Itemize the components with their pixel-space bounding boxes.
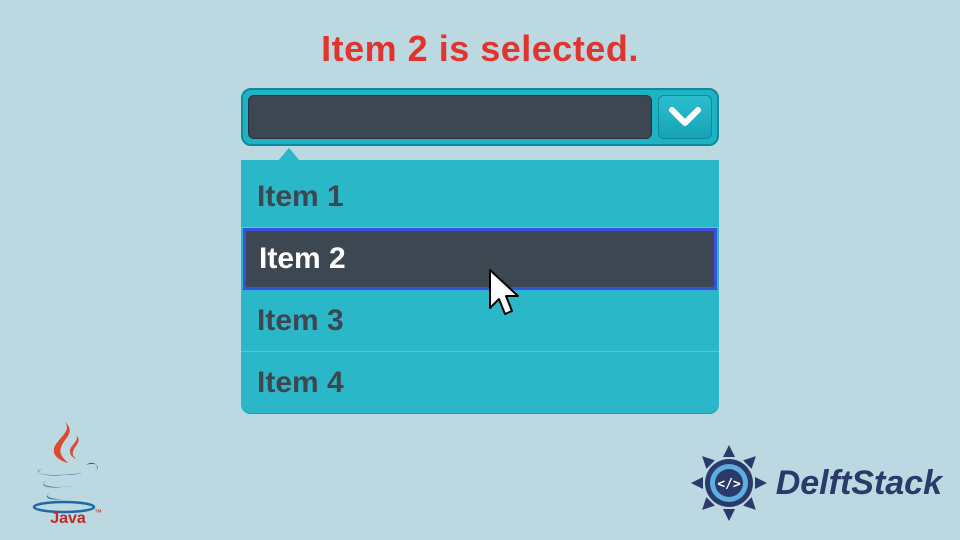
combobox-dropdown-list: Item 1 Item 2 Item 3 Item 4 (241, 160, 719, 414)
java-logo: Java ™ (24, 415, 112, 530)
list-item[interactable]: Item 4 (241, 352, 719, 414)
combobox[interactable] (241, 88, 719, 146)
list-item[interactable]: Item 1 (241, 166, 719, 228)
selection-status-heading: Item 2 is selected. (0, 28, 960, 70)
svg-text:</>: </> (717, 477, 741, 492)
svg-text:™: ™ (94, 508, 102, 517)
delftstack-emblem-icon: </> (688, 442, 770, 524)
combobox-value-field[interactable] (248, 95, 652, 139)
combobox-dropdown-button[interactable] (658, 95, 712, 139)
list-item[interactable]: Item 3 (241, 290, 719, 352)
delftstack-logo-text: DelftStack (776, 464, 942, 503)
list-item[interactable]: Item 2 (243, 228, 717, 290)
chevron-down-icon (668, 106, 702, 128)
java-logo-text: Java (50, 510, 86, 525)
delftstack-logo: </> DelftStack (688, 442, 942, 524)
